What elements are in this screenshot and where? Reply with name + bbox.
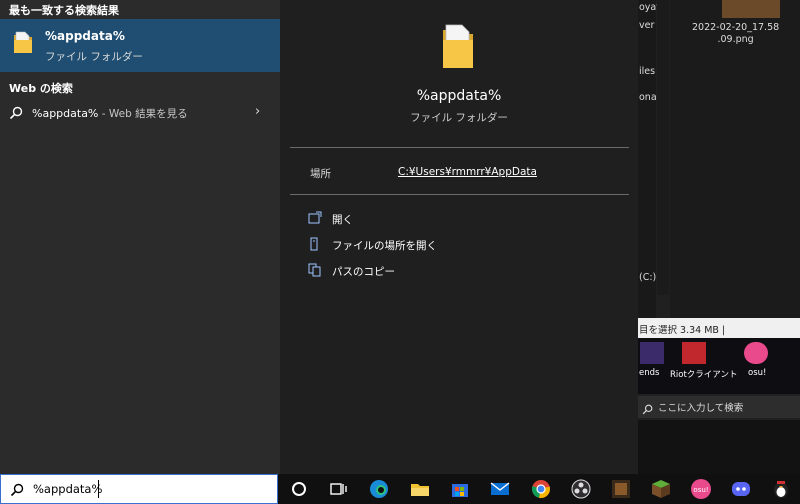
divider	[290, 147, 629, 148]
web-search-header: Web の検索	[9, 82, 73, 95]
file-explorer-icon[interactable]	[408, 477, 432, 501]
microsoft-store-icon[interactable]	[448, 477, 472, 501]
image-caption: 2022-02-20_17.58 .09.png	[692, 22, 780, 45]
osu-desktop-icon[interactable]	[744, 342, 768, 364]
minecraft-icon[interactable]	[649, 477, 673, 501]
cortana-icon[interactable]	[287, 477, 311, 501]
chevron-right-icon[interactable]: ›	[255, 104, 260, 119]
search-icon	[10, 482, 24, 501]
explorer-file-area: 2022-02-20_17.58 .09.png	[670, 0, 800, 320]
copy-path-icon	[308, 263, 322, 280]
best-match-item[interactable]: %appdata% ファイル フォルダー	[0, 19, 280, 72]
location-path-link[interactable]: C:¥Users¥rmmrr¥AppData	[398, 166, 537, 178]
web-search-item[interactable]: %appdata% - Web 結果を見る ›	[0, 100, 280, 126]
web-query: %appdata%	[32, 107, 99, 120]
chrome-icon[interactable]	[529, 477, 553, 501]
open-label: 開く	[332, 214, 353, 226]
background-lower-area	[638, 420, 800, 474]
folder-icon	[12, 29, 34, 59]
scrollbar[interactable]	[657, 0, 687, 295]
task-view-icon[interactable]	[326, 477, 350, 501]
search-icon	[9, 105, 23, 124]
explorer-status-bar: 目を選択 3.34 MB |	[638, 318, 800, 338]
search-icon	[642, 400, 653, 419]
penguin-app-icon[interactable]	[769, 477, 793, 501]
image-thumbnail[interactable]	[722, 0, 780, 18]
best-match-header: 最も一致する検索結果	[9, 4, 119, 17]
explorer-text: ver	[639, 20, 655, 31]
explorer-text: iles	[639, 66, 656, 77]
obs-icon[interactable]	[569, 477, 593, 501]
desktop-icon-label: osu!	[748, 368, 767, 378]
explorer-text: (C:)	[639, 272, 657, 283]
taskbar-search-box[interactable]: %appdata%	[0, 474, 278, 504]
desktop-icon-label: ends	[639, 368, 660, 378]
svg-text:osu!: osu!	[693, 486, 708, 494]
detail-pane: %appdata% ファイル フォルダー 場所 C:¥Users¥rmmrr¥A…	[280, 0, 638, 474]
background-taskbar-search[interactable]: ここに入力して検索	[638, 396, 800, 418]
open-icon	[308, 211, 322, 228]
open-file-location-icon	[308, 237, 322, 254]
search-results-pane: 最も一致する検索結果 %appdata% ファイル フォルダー Web の検索 …	[0, 0, 280, 474]
folder-large-icon	[440, 22, 476, 74]
detail-type: ファイル フォルダー	[410, 112, 508, 124]
osu-icon[interactable]: osu!	[689, 477, 713, 501]
location-label: 場所	[310, 168, 331, 180]
text-caret	[98, 480, 99, 498]
detail-name: %appdata%	[416, 88, 502, 104]
search-input[interactable]: %appdata%	[33, 482, 102, 496]
mail-icon[interactable]	[488, 477, 512, 501]
minecraft-dungeons-icon[interactable]	[609, 477, 633, 501]
desktop-area: ends Riotクライアント osu!	[638, 338, 800, 394]
best-match-name: %appdata%	[45, 29, 125, 43]
web-query-suffix: - Web 結果を見る	[98, 108, 188, 120]
divider	[290, 194, 629, 195]
best-match-type: ファイル フォルダー	[45, 51, 143, 63]
status-text: 目を選択 3.34 MB |	[639, 325, 726, 336]
background-search-placeholder: ここに入力して検索	[658, 403, 744, 414]
desktop-icon-label: Riotクライアント	[670, 370, 738, 380]
discord-icon[interactable]	[729, 477, 753, 501]
edge-icon[interactable]	[367, 477, 391, 501]
taskbar: %appdata% osu!	[0, 474, 800, 504]
open-file-location-label: ファイルの場所を開く	[332, 240, 437, 252]
riot-client-icon[interactable]	[682, 342, 706, 364]
app-shortcut-icon[interactable]	[640, 342, 664, 364]
background-windows: oyav ver iles onal (C:) 2022-02-20_17.58…	[638, 0, 800, 474]
copy-path-label: パスのコピー	[332, 266, 395, 278]
